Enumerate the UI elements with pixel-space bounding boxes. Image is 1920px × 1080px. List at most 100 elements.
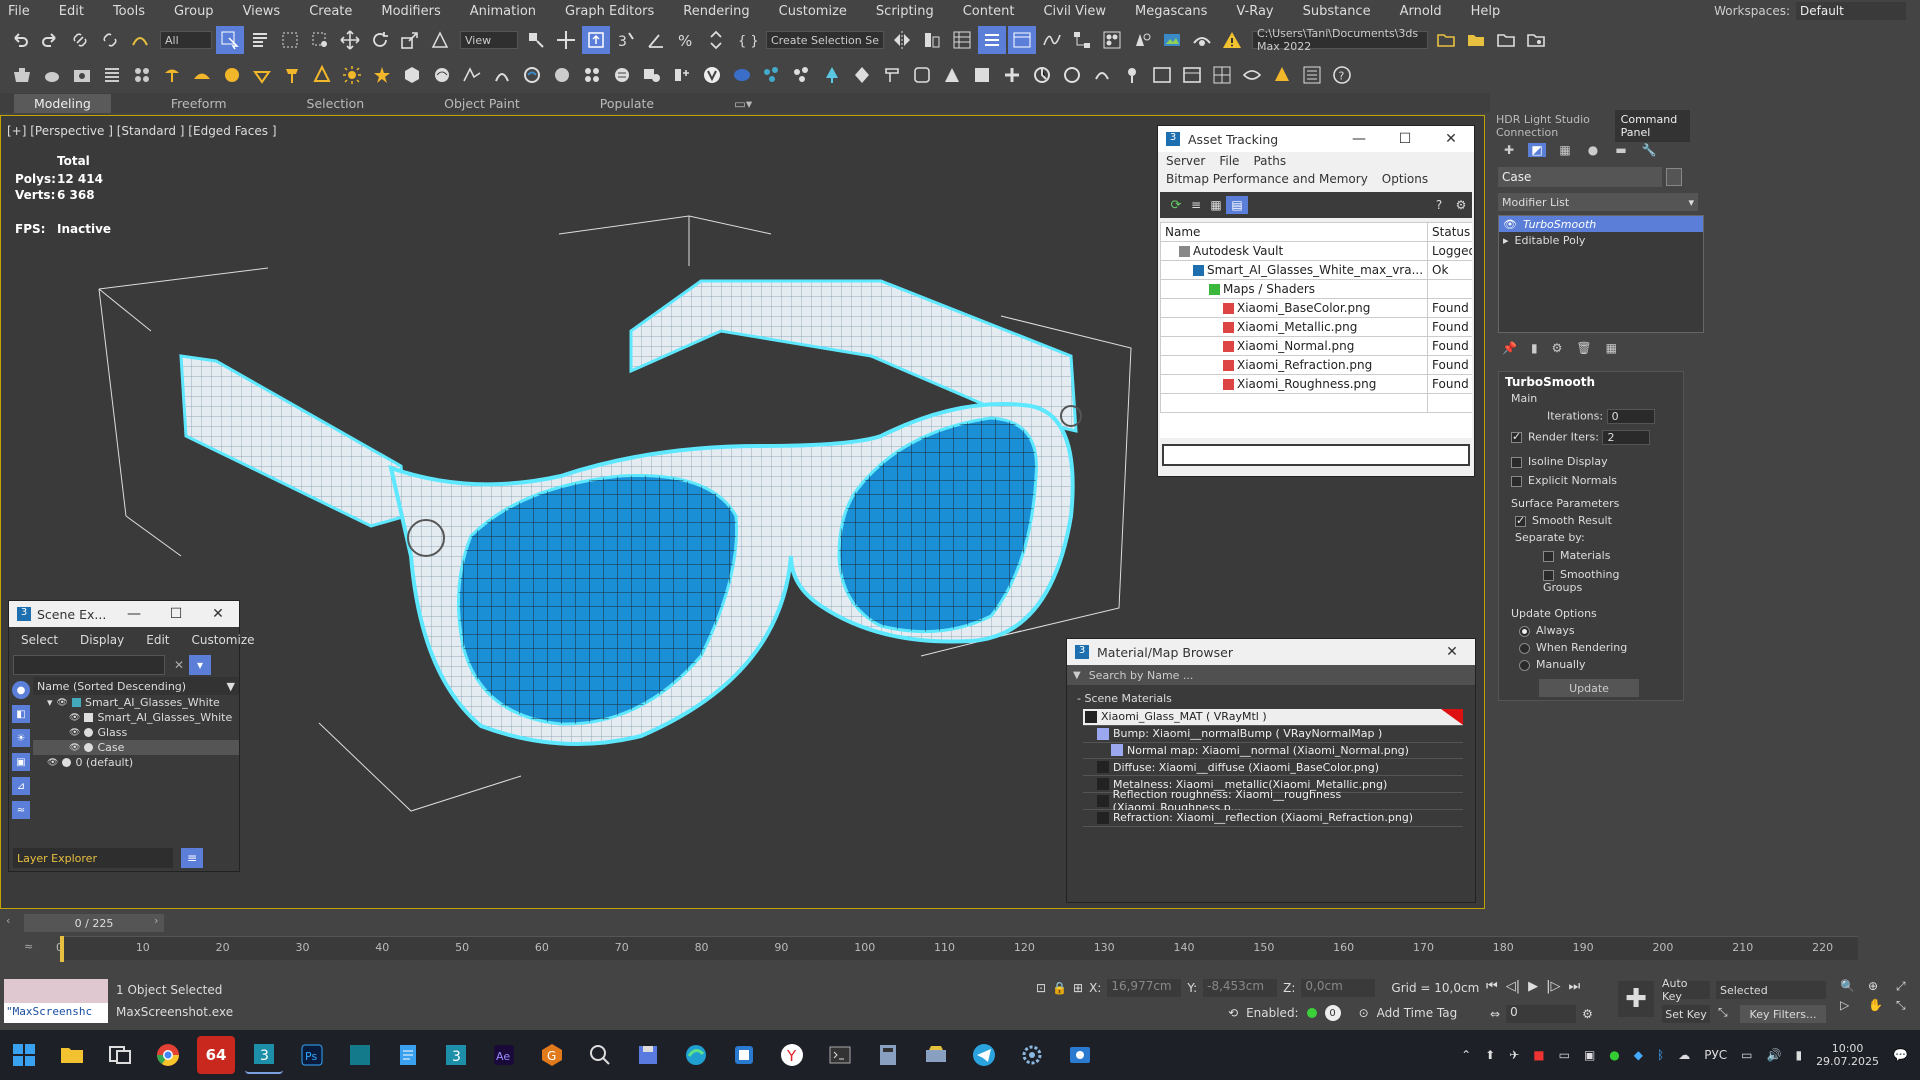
task-view-icon[interactable] [101,1036,139,1074]
window-crossing-icon[interactable] [306,26,334,54]
update-button[interactable]: Update [1539,679,1639,697]
eye-icon[interactable]: 👁 [1503,218,1517,231]
minimize-icon[interactable]: — [113,606,155,622]
maxscript-listener[interactable] [4,979,108,1003]
tool-2-icon[interactable] [878,61,906,89]
expand-arrow-icon[interactable]: ▾ [47,696,53,709]
notes-icon[interactable] [389,1036,427,1074]
asset-row[interactable]: Smart_AI_Glasses_White_max_vra... Ok [1160,260,1472,280]
vray-decal-icon[interactable] [608,61,636,89]
when-rendering-radio[interactable] [1519,642,1530,654]
tool-10-icon[interactable] [1118,61,1146,89]
display-tab-icon[interactable]: ▬ [1612,143,1630,157]
visibility-eye-icon[interactable]: 👁 [57,698,68,708]
explicit-normals-checkbox[interactable] [1511,475,1522,487]
time-tag-icon[interactable]: ⊙ [1359,1006,1369,1020]
asset-row[interactable]: Xiaomi_Roughness.png Found [1160,374,1472,394]
rect-selection-icon[interactable] [276,26,304,54]
menu-file[interactable]: File [8,4,30,19]
clock[interactable]: 10:00 29.07.2025 [1816,1042,1879,1068]
scene-explorer-window[interactable]: 3 Scene Ex... — ☐ ✕ Select Display Edit Custo… [8,600,255,872]
rendered-frame-window-icon[interactable] [1158,26,1186,54]
display-geometry-icon[interactable]: ◧ [12,705,30,723]
menu-group[interactable]: Group [174,4,214,19]
asset-menu2-1[interactable]: Options [1382,172,1428,186]
menu-graph-editors[interactable]: Graph Editors [565,4,654,19]
scene-item[interactable]: ▾ 👁 Smart_AI_Glasses_White [33,695,239,710]
map-item[interactable]: Reflection roughness: Xiaomi__roughness … [1083,788,1463,814]
menu-create[interactable]: Create [309,4,352,19]
tyflow-icon[interactable] [758,61,786,89]
tool-13-icon[interactable] [1208,61,1236,89]
material-library-icon[interactable] [128,61,156,89]
scene-menu-select[interactable]: Select [21,633,58,647]
light-sphere-icon[interactable] [218,61,246,89]
enabled-indicator[interactable] [1306,1008,1317,1018]
prev-frame-icon[interactable]: ◁| [1506,979,1520,994]
ribbon-tab-populate[interactable]: Populate [580,94,674,113]
vray-scatter-icon[interactable] [638,61,666,89]
menu-customize[interactable]: Customize [779,4,847,19]
menu-views[interactable]: Views [243,4,281,19]
object-name-field[interactable]: Case [1498,167,1662,187]
tool-8-icon[interactable] [1058,61,1086,89]
pin-stack-icon[interactable]: 📌 [1502,341,1517,355]
time-slider-next-icon[interactable]: › [154,914,158,927]
render-setup-icon[interactable] [1128,26,1156,54]
menu-animation[interactable]: Animation [470,4,536,19]
filter-icon[interactable]: ▾ [189,655,211,675]
material-browser-titlebar[interactable]: 3 Material/Map Browser ✕ [1067,639,1475,665]
asset-row[interactable]: Xiaomi_Refraction.png Found [1160,355,1472,375]
photos-icon[interactable] [917,1036,955,1074]
always-radio[interactable] [1519,625,1530,637]
tray-telegram-icon[interactable]: ✈ [1509,1048,1519,1062]
expand-arrow-icon[interactable]: ▸ [1503,234,1509,247]
layer-stack-icon[interactable]: ≡ [181,848,203,868]
render-production-icon[interactable] [1188,26,1216,54]
y-field[interactable]: -8,453cm [1203,979,1278,997]
place-icon[interactable] [426,26,454,54]
project-path-dropdown[interactable]: C:\Users\Tani\Documents\3ds Max 2022 [1252,27,1428,53]
vray-logo-icon[interactable] [698,61,726,89]
workspace-selector[interactable]: Workspaces: Default [1714,0,1920,22]
sun-icon[interactable] [338,61,366,89]
menu-megascans[interactable]: Megascans [1135,4,1207,19]
auto-key-button[interactable]: Auto Key [1662,977,1710,1003]
curve-editor-icon[interactable] [1038,26,1066,54]
visibility-eye-icon[interactable]: 👁 [69,713,80,723]
lock-icon[interactable]: 🔒 [1052,981,1067,995]
render-teapot-icon[interactable] [38,61,66,89]
railclone-icon[interactable] [848,61,876,89]
visibility-eye-icon[interactable]: 👁 [69,743,80,753]
isolate-icon[interactable]: ⊡ [1036,981,1046,995]
particles-icon[interactable] [578,61,606,89]
tab-command-panel[interactable]: Command Panel [1614,110,1690,142]
forest-pack-icon[interactable] [818,61,846,89]
workspace-dropdown[interactable]: Default [1796,2,1906,20]
zoom-all-icon[interactable]: ⊕ [1868,979,1892,994]
display-cameras-icon[interactable]: ▣ [12,753,30,771]
set-key-button[interactable]: Set Key [1662,1005,1710,1023]
select-object-icon[interactable] [216,26,244,54]
thumbnail-view-icon[interactable]: ▦ [1206,196,1226,214]
asset-menu-file[interactable]: File [1219,154,1239,168]
move-icon[interactable] [336,26,364,54]
percent-snap-icon[interactable]: % [672,26,700,54]
vray-plane-icon[interactable] [458,61,486,89]
close-icon[interactable]: ✕ [197,606,239,622]
terminal-icon[interactable] [821,1036,859,1074]
enabled-toggle-icon[interactable]: 0 [1324,1005,1341,1021]
map-item[interactable]: Diffuse: Xiaomi__diffuse (Xiaomi_BaseCol… [1083,759,1463,777]
menu-modifiers[interactable]: Modifiers [381,4,440,19]
display-none-icon[interactable]: ● [12,681,30,699]
object-color-swatch[interactable] [1665,168,1682,186]
keyboard-shortcut-override-icon[interactable] [582,26,610,54]
timeline-track[interactable]: 0102030405060708090100110120130140150160… [56,936,1858,960]
asset-tracking-window[interactable]: 3 Asset Tracking — ☐ ✕ Server File Paths Bit… [1157,125,1475,477]
tool-6-icon[interactable] [998,61,1026,89]
menu-content[interactable]: Content [963,4,1015,19]
vray-volume-icon[interactable] [518,61,546,89]
modify-tab-icon[interactable]: ◩ [1528,143,1546,157]
asset-row[interactable]: Xiaomi_BaseColor.png Found [1160,298,1472,318]
menu-help[interactable]: Help [1471,4,1501,19]
